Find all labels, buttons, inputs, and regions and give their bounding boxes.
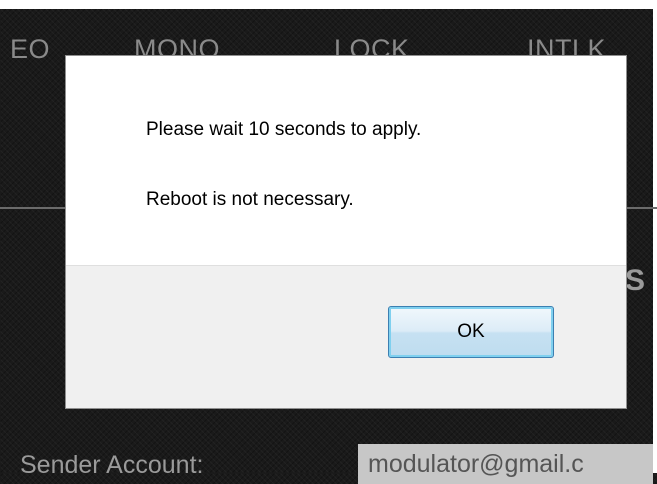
- alert-dialog: Please wait 10 seconds to apply. Reboot …: [66, 56, 626, 408]
- window-frame-top: [0, 0, 657, 9]
- dialog-message-area: Please wait 10 seconds to apply. Reboot …: [66, 56, 626, 265]
- section-heading-fragment: S: [625, 264, 646, 297]
- section-divider-right: [626, 207, 657, 209]
- ok-button[interactable]: OK: [388, 306, 554, 358]
- section-divider-left: [0, 207, 66, 209]
- dialog-message-line-1: Please wait 10 seconds to apply.: [146, 119, 422, 140]
- sender-account-label: Sender Account:: [20, 451, 204, 479]
- sender-account-field[interactable]: modulator@gmail.c: [358, 444, 653, 484]
- window-frame-right: [653, 0, 657, 473]
- dialog-footer: OK: [66, 265, 626, 408]
- tab-stereo[interactable]: EO: [10, 34, 50, 65]
- dialog-message-line-2: Reboot is not necessary.: [146, 189, 354, 210]
